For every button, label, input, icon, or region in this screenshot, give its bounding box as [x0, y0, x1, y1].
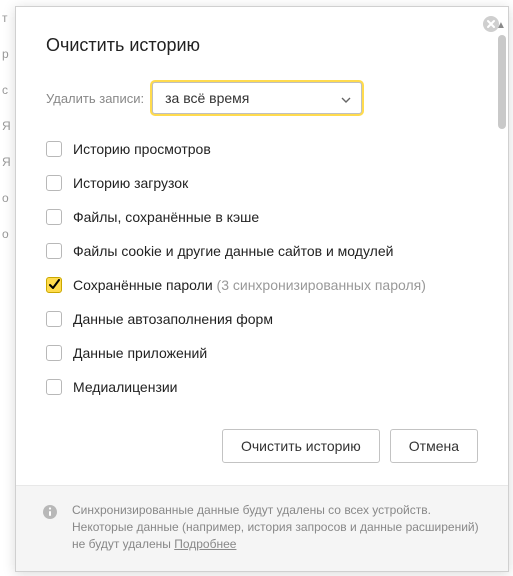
- cancel-button[interactable]: Отмена: [390, 429, 478, 463]
- checkbox[interactable]: [46, 345, 62, 361]
- dialog-body: Очистить историю Удалить записи: за всё …: [16, 7, 508, 411]
- option-row[interactable]: Сохранённые пароли (3 синхронизированных…: [46, 276, 478, 294]
- checkbox[interactable]: [46, 209, 62, 225]
- checkbox[interactable]: [46, 277, 62, 293]
- option-row[interactable]: Медиалицензии: [46, 378, 478, 396]
- scrollbar-thumb[interactable]: [498, 35, 506, 129]
- check-icon: [48, 279, 60, 291]
- option-row[interactable]: Историю загрузок: [46, 174, 478, 192]
- chevron-down-icon: [341, 90, 351, 106]
- option-sublabel: (3 синхронизированных пароля): [213, 277, 426, 293]
- option-label: Историю просмотров: [73, 140, 211, 158]
- option-row[interactable]: Файлы, сохранённые в кэше: [46, 208, 478, 226]
- period-row: Удалить записи: за всё время: [46, 82, 478, 114]
- option-label: Историю загрузок: [73, 174, 188, 192]
- period-value: за всё время: [165, 90, 249, 106]
- option-label: Данные автозаполнения форм: [73, 310, 273, 328]
- option-label: Медиалицензии: [73, 378, 178, 396]
- option-label: Файлы cookie и другие данные сайтов и мо…: [73, 242, 393, 260]
- footer-text: Синхронизированные данные будут удалены …: [72, 502, 482, 553]
- background-chars: т р с Я Я о о: [0, 0, 12, 576]
- option-row[interactable]: Данные автозаполнения форм: [46, 310, 478, 328]
- checkbox[interactable]: [46, 243, 62, 259]
- scrollbar-track[interactable]: [498, 35, 506, 411]
- checkbox[interactable]: [46, 379, 62, 395]
- dialog-title: Очистить историю: [46, 35, 478, 56]
- checkbox[interactable]: [46, 175, 62, 191]
- option-row[interactable]: Данные приложений: [46, 344, 478, 362]
- period-label: Удалить записи:: [46, 91, 144, 106]
- learn-more-link[interactable]: Подробнее: [174, 537, 236, 551]
- options-list: Историю просмотров Историю загрузок Файлы,…: [46, 140, 478, 396]
- checkbox[interactable]: [46, 141, 62, 157]
- option-label: Файлы, сохранённые в кэше: [73, 208, 259, 226]
- clear-history-dialog: ▲ Очистить историю Удалить записи: за вс…: [15, 6, 509, 572]
- dialog-actions: Очистить историю Отмена: [16, 411, 508, 485]
- option-label: Данные приложений: [73, 344, 207, 362]
- info-icon: [42, 504, 58, 520]
- period-select[interactable]: за всё время: [152, 82, 362, 114]
- option-label: Сохранённые пароли (3 синхронизированных…: [73, 276, 426, 294]
- dialog-footer: Синхронизированные данные будут удалены …: [16, 485, 508, 571]
- option-row[interactable]: Файлы cookie и другие данные сайтов и мо…: [46, 242, 478, 260]
- option-row[interactable]: Историю просмотров: [46, 140, 478, 158]
- clear-button[interactable]: Очистить историю: [222, 429, 380, 463]
- checkbox[interactable]: [46, 311, 62, 327]
